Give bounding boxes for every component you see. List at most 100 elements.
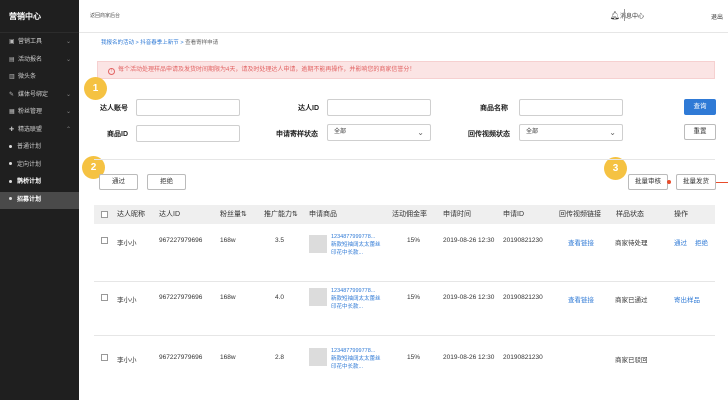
chevron-down-icon: ⌄ [609,128,616,137]
product-thumbnail[interactable] [309,348,327,366]
talent-account-input[interactable] [136,99,240,116]
video-status-select[interactable]: 全部 ⌄ [519,124,623,141]
cell-ability: 3.5 [275,237,285,244]
bullet-icon [9,179,12,183]
product-name-label: 商品名称 [480,105,508,112]
sidebar-subitem-bridge-plan[interactable]: 鹊桥计划 [0,174,79,192]
cell-nickname: 李小小 [117,297,137,304]
top-bar: 返回商家后台 🔔︎消息中心 退出 [79,0,728,33]
column-header-fans[interactable]: 粉丝量⇅ [220,205,247,224]
cell-commission: 15% [407,294,421,301]
product-thumbnail[interactable] [309,288,327,306]
ship-sample-link[interactable]: 寄出样品 [674,294,700,304]
breadcrumb-spring-festival[interactable]: 抖音春季上新节 [140,40,179,46]
sort-icon: ⇅ [241,211,247,218]
view-link[interactable]: 查看链接 [568,294,594,304]
product-code: 1234877999778... [331,234,376,240]
product-title-more: 印花中长款... [331,364,364,370]
batch-ship-button[interactable]: 批量发货 [676,174,716,190]
reject-link[interactable]: 拒绝 [695,237,708,247]
pass-button[interactable]: 通过 [99,174,138,190]
column-header-nickname: 达人昵称 [117,211,145,218]
cell-talent-id: 967227979696 [159,354,203,361]
cell-product[interactable]: 1234877999778... 新款短袖阔太太蕾丝 印花中长款... [331,347,391,371]
chevron-up-icon: ⌃ [65,126,71,133]
cell-sample-status: 商家待处理 [615,240,648,247]
row-checkbox[interactable] [101,294,108,301]
alert-text: 每个活动处理样品申请及发货时间期限为4天，请及时处理达人申请，逾期不能再操作，并… [118,67,416,73]
sidebar-item-label: 粉丝管理 [18,109,43,115]
column-header-talent-id: 达人ID [159,211,180,218]
product-title: 新款短袖阔太太蕾丝 [331,242,381,248]
sidebar-item-label: 微头条 [18,74,37,80]
sidebar-item-selected-alliance[interactable]: ✚ 精选联盟 ⌃ [0,122,79,140]
reject-button[interactable]: 拒绝 [147,174,186,190]
bullet-icon [9,162,12,166]
product-name-input[interactable] [519,99,623,116]
sample-status-select[interactable]: 全部 ⌄ [327,124,431,141]
cell-fans: 168w [220,294,236,301]
product-title: 新款短袖阔太太蕾丝 [331,356,381,362]
product-thumbnail[interactable] [309,235,327,253]
sidebar-item-activity-signup[interactable]: ▤ 活动报名 ⌄ [0,52,79,70]
reset-button[interactable]: 重置 [684,124,716,140]
breadcrumb-my-activities[interactable]: 我报名的活动 [101,40,134,46]
annotation-line [716,182,728,183]
row-divider [94,281,715,282]
sidebar-title: 营销中心 [0,0,79,33]
column-header-ability[interactable]: 推广能力⇅ [264,205,298,224]
column-header-product: 申请商品 [309,211,337,218]
annotation-marker-1: 1 [84,77,107,100]
sidebar-item-label: 营销工具 [18,39,43,45]
sidebar-subitem-normal-plan[interactable]: 普通计划 [0,139,79,157]
cell-ability: 4.0 [275,294,285,301]
batch-review-button[interactable]: 批量审核 [628,174,668,190]
activity-icon: ▤ [9,56,15,63]
sidebar-subitem-directed-plan[interactable]: 定向计划 [0,157,79,175]
select-value: 全部 [334,129,347,135]
sidebar-item-label: 精选联盟 [18,126,43,133]
sample-status-label: 申请寄样状态 [276,131,318,138]
sidebar-item-fans-management[interactable]: ▦ 粉丝管理 ⌄ [0,104,79,122]
cell-nickname: 李小小 [117,357,137,364]
headline-icon: ▥ [9,74,15,80]
talent-id-input[interactable] [327,99,431,116]
back-to-merchant-link[interactable]: 返回商家后台 [90,12,120,19]
pen-icon: ✎ [9,91,15,98]
row-checkbox[interactable] [101,237,108,244]
product-title-more: 印花中长款... [331,250,364,256]
product-id-input[interactable] [136,125,240,142]
product-code: 1234877999778... [331,288,376,294]
cell-talent-id: 967227979696 [159,294,203,301]
cell-sample-status: 商家已通过 [615,297,648,304]
logout-link[interactable]: 退出 [711,12,723,21]
product-code: 1234877999778... [331,348,376,354]
view-link[interactable]: 查看链接 [568,237,594,247]
breadcrumb: 我报名的活动 > 抖音春季上新节 > 查看寄样申请 [101,38,218,46]
sidebar-item-media-binding[interactable]: ✎ 媒体号绑定 ⌄ [0,87,79,105]
sort-icon: ⇅ [292,211,298,218]
video-status-label: 回传视频状态 [468,131,510,138]
cell-fans: 168w [220,354,236,361]
cell-sample-status: 商家已驳回 [615,357,648,364]
sidebar-subitem-label: 普通计划 [17,144,42,150]
sidebar-subitem-label: 鹊桥计划 [17,179,42,185]
cell-product[interactable]: 1234877999778... 新款短袖阔太太蕾丝 印花中长款... [331,233,391,257]
sidebar-subitem-label: 定向计划 [17,161,42,168]
cell-time: 2019-08-26 12:30 [443,237,495,244]
sidebar-subitem-recruit-plan[interactable]: 招募计划 [0,191,79,209]
chevron-down-icon: ⌄ [65,109,71,115]
cell-commission: 15% [407,237,421,244]
divider [624,9,625,21]
cell-commission: 15% [407,354,421,361]
message-center-link[interactable]: 🔔︎消息中心 [610,11,644,20]
search-button[interactable]: 查询 [684,99,716,115]
select-all-checkbox[interactable] [101,211,108,218]
bullet-icon [9,144,12,148]
approve-link[interactable]: 通过 [674,237,687,247]
sidebar-item-micro-headline[interactable]: ▥ 微头条 [0,69,79,87]
row-checkbox[interactable] [101,354,108,361]
sidebar-subitem-label: 招募计划 [17,196,42,203]
cell-product[interactable]: 1234877999778... 新款短袖阔太太蕾丝 印花中长款... [331,287,391,311]
sidebar-item-marketing-tools[interactable]: ▣ 营销工具 ⌄ [0,34,79,52]
